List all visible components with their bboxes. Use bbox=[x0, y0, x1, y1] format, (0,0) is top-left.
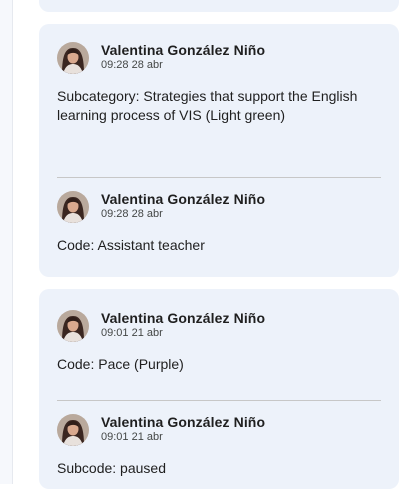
comment-text: Subcategory: Strategies that support the… bbox=[57, 88, 358, 123]
comment-author: Valentina González Niño bbox=[101, 42, 266, 58]
comment-header: Valentina González Niño 09:01 21 abr bbox=[57, 309, 381, 343]
comment: Valentina González Niño 09:01 21 abr Cod… bbox=[57, 309, 381, 374]
comment: Valentina González Niño 09:28 28 abr Sub… bbox=[57, 41, 381, 125]
comment-header: Valentina González Niño 09:28 28 abr bbox=[57, 190, 381, 224]
user-photo-avatar-icon bbox=[57, 42, 89, 74]
comment-text: Code: Pace (Purple) bbox=[57, 356, 184, 372]
reply-divider bbox=[57, 400, 381, 401]
comment-reply: Valentina González Niño 09:01 21 abr Sub… bbox=[57, 413, 381, 478]
comment-author: Valentina González Niño bbox=[101, 414, 266, 430]
user-photo-avatar-icon bbox=[57, 191, 89, 223]
comment-author: Valentina González Niño bbox=[101, 310, 266, 326]
comment-author: Valentina González Niño bbox=[101, 191, 266, 207]
comment-timestamp: 09:01 21 abr bbox=[101, 431, 163, 443]
comment-thread-card[interactable]: Valentina González Niño 09:01 21 abr Cod… bbox=[39, 289, 399, 489]
avatar[interactable] bbox=[57, 414, 89, 446]
avatar[interactable] bbox=[57, 42, 89, 74]
avatar[interactable] bbox=[57, 191, 89, 223]
comment-header: Valentina González Niño 09:28 28 abr bbox=[57, 41, 381, 75]
comment-thread-card[interactable]: Valentina González Niño 09:28 28 abr Sub… bbox=[39, 24, 399, 277]
comment-header: Valentina González Niño 09:01 21 abr bbox=[57, 413, 381, 447]
comment-reply: Valentina González Niño 09:28 28 abr Cod… bbox=[57, 190, 381, 255]
user-photo-avatar-icon bbox=[57, 414, 89, 446]
comment-timestamp: 09:28 28 abr bbox=[101, 59, 163, 71]
comment-timestamp: 09:28 28 abr bbox=[101, 208, 163, 220]
left-rail bbox=[0, 0, 13, 484]
reply-divider bbox=[57, 177, 381, 178]
user-photo-avatar-icon bbox=[57, 310, 89, 342]
comment-text: Subcode: paused bbox=[57, 460, 166, 476]
comment-text: Code: Assistant teacher bbox=[57, 237, 205, 253]
comment-timestamp: 09:01 21 abr bbox=[101, 327, 163, 339]
comment-thread-card-previous[interactable] bbox=[39, 0, 399, 12]
avatar[interactable] bbox=[57, 310, 89, 342]
